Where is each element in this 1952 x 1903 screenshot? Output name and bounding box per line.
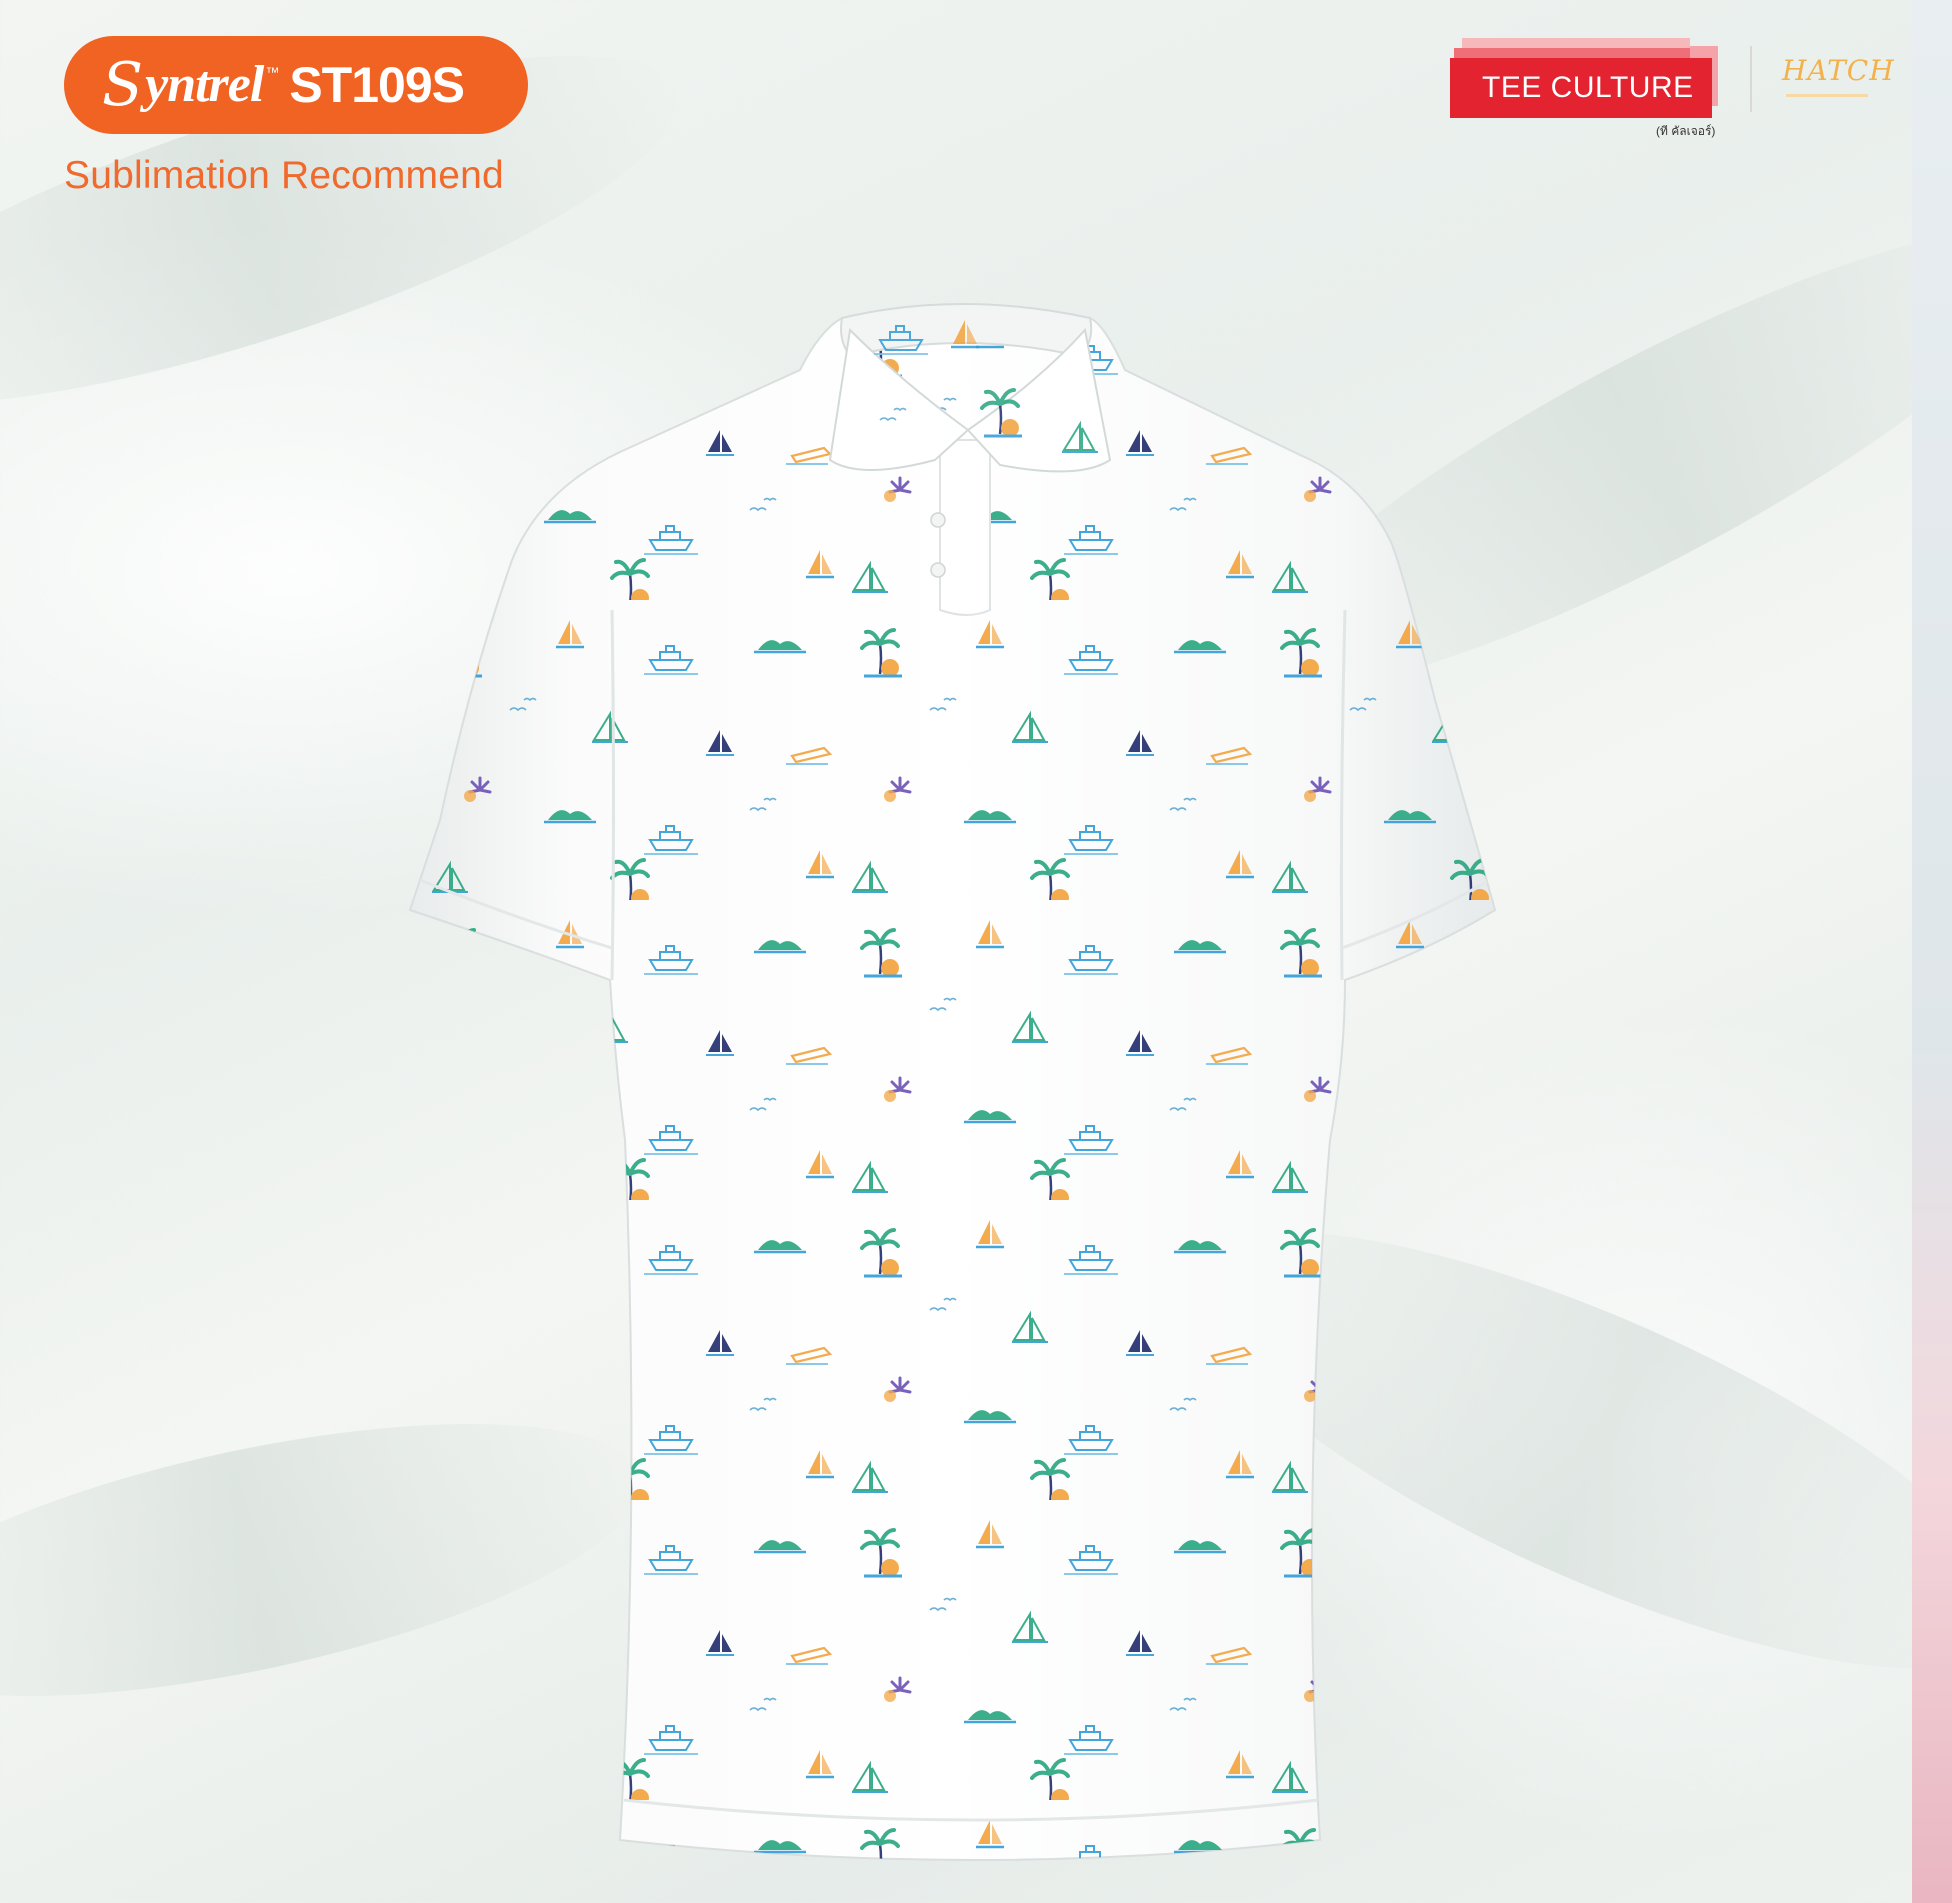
polo-shirt-image — [408, 303, 1497, 1861]
